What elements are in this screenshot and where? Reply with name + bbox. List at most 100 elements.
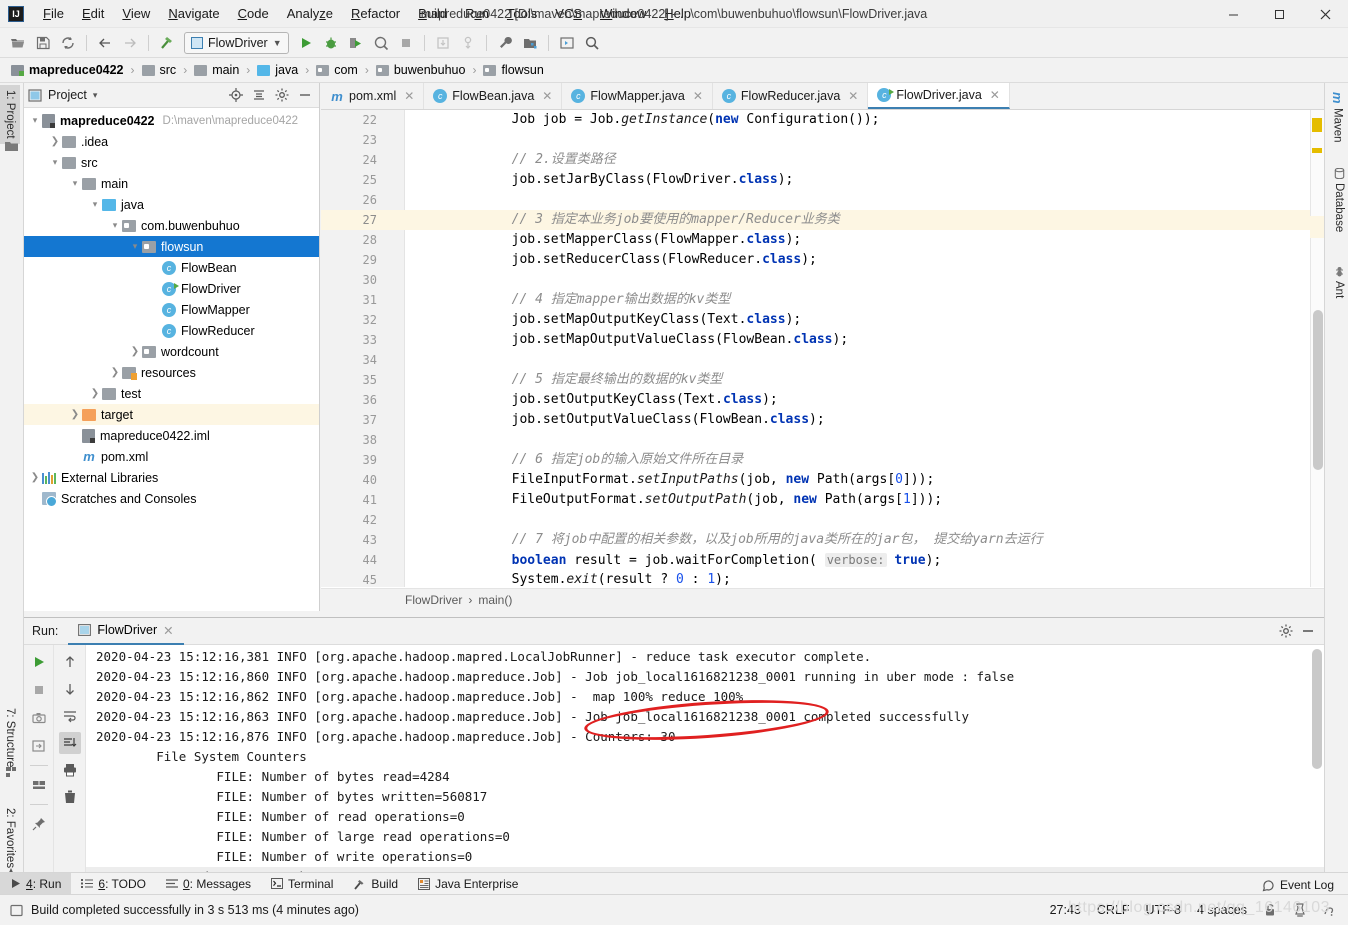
tree-item-mapreduce0422[interactable]: ▾ mapreduce0422 D:\maven\mapreduce0422 [24, 110, 319, 131]
menu-tools[interactable]: Tools [498, 3, 546, 24]
sidebar-item-maven[interactable]: m Maven [1327, 87, 1348, 147]
tree-item-flowsun[interactable]: ▾ flowsun [24, 236, 319, 257]
collapse-all-icon[interactable] [249, 85, 269, 105]
code-line[interactable]: 29 job.setReducerClass(FlowReducer.class… [321, 250, 1324, 270]
chevron-down-icon[interactable]: ▾ [108, 220, 122, 231]
run-tab-flowdriver[interactable]: FlowDriver ✕ [68, 618, 184, 645]
inspection-icon[interactable] [1293, 903, 1307, 917]
chevron-down-icon[interactable]: ▾ [48, 157, 62, 168]
code-line[interactable]: 45 System.exit(result ? 0 : 1); [321, 570, 1324, 587]
chevron-right-icon[interactable]: ❯ [68, 409, 82, 420]
run-configuration-selector[interactable]: FlowDriver ▼ [184, 31, 289, 54]
code-line[interactable]: 33 job.setMapOutputValueClass(FlowBean.c… [321, 330, 1324, 350]
breadcrumb-item-flowsun[interactable]: flowsun [480, 62, 546, 78]
chevron-down-icon[interactable]: ▾ [128, 241, 142, 252]
maximize-button[interactable] [1256, 0, 1302, 28]
code-line[interactable]: 22 Job job = Job.getInstance(new Configu… [321, 110, 1324, 130]
stop-icon[interactable] [28, 679, 50, 701]
code-line[interactable]: 38 [321, 430, 1324, 450]
menu-navigate[interactable]: Navigate [159, 3, 228, 24]
dump-threads-icon[interactable] [28, 707, 50, 729]
code-line[interactable]: 37 job.setOutputValueClass(FlowBean.clas… [321, 410, 1324, 430]
search-everywhere-icon[interactable] [580, 31, 604, 55]
tree-item-pom-xml[interactable]: m pom.xml [24, 446, 319, 467]
bottom-tab-0-messages[interactable]: 0: Messages [156, 873, 261, 895]
close-icon[interactable]: ✕ [848, 89, 858, 103]
chevron-down-icon[interactable]: ▾ [93, 90, 98, 101]
hide-panel-icon[interactable] [295, 85, 315, 105]
code-line[interactable]: 28 job.setMapperClass(FlowMapper.class); [321, 230, 1324, 250]
clear-all-icon[interactable] [59, 786, 81, 808]
tree-item-mapreduce0422-iml[interactable]: mapreduce0422.iml [24, 425, 319, 446]
profile-icon[interactable] [369, 31, 393, 55]
code-line[interactable]: 27 // 3 指定本业务job要使用的mapper/Reducer业务类 [321, 210, 1324, 230]
sidebar-item-project[interactable]: 1: Project [0, 85, 20, 144]
hector-icon[interactable] [1323, 903, 1338, 917]
tree-item-target[interactable]: ❯ target [24, 404, 319, 425]
code-line[interactable]: 32 job.setMapOutputKeyClass(Text.class); [321, 310, 1324, 330]
close-icon[interactable]: ✕ [990, 88, 1000, 102]
close-icon[interactable]: ✕ [163, 623, 173, 638]
sidebar-item-structure[interactable]: 7: Structure [0, 703, 20, 772]
menu-bar[interactable]: File Edit View Navigate Code Analyze Ref… [34, 0, 700, 28]
back-icon[interactable] [93, 31, 117, 55]
tree-item-flowmapper[interactable]: c FlowMapper [24, 299, 319, 320]
tree-item-resources[interactable]: ❯ resources [24, 362, 319, 383]
menu-vcs[interactable]: VCS [546, 3, 591, 24]
editor-scrollbar[interactable] [1313, 310, 1323, 470]
bottom-tab-terminal[interactable]: Terminal [261, 873, 343, 895]
console-output[interactable]: 2020-04-23 15:12:16,381 INFO [org.apache… [86, 645, 1324, 885]
chevron-down-icon[interactable]: ▾ [88, 199, 102, 210]
code-line[interactable]: 24 // 2.设置类路径 [321, 150, 1324, 170]
warning-marker[interactable] [1312, 148, 1322, 153]
run-anything-icon[interactable] [555, 31, 579, 55]
code-line[interactable]: 39 // 6 指定job的输入原始文件所在目录 [321, 450, 1324, 470]
bottom-tab-java-enterprise[interactable]: Java Enterprise [408, 873, 528, 895]
menu-edit[interactable]: Edit [73, 3, 113, 24]
open-project-icon[interactable] [6, 31, 30, 55]
menu-view[interactable]: View [113, 3, 159, 24]
code-line[interactable]: 25 job.setJarByClass(FlowDriver.class); [321, 170, 1324, 190]
sidebar-item-ant[interactable]: Ant [1330, 261, 1348, 303]
tree-item-scratches-and-consoles[interactable]: Scratches and Consoles [24, 488, 319, 509]
editor-tab-flowbean-java[interactable]: c FlowBean.java ✕ [424, 83, 563, 109]
editor-tab-flowdriver-java[interactable]: c FlowDriver.java ✕ [868, 83, 1010, 109]
tree-item-wordcount[interactable]: ❯ wordcount [24, 341, 319, 362]
chevron-right-icon[interactable]: ❯ [108, 367, 122, 378]
scroll-to-end-icon[interactable] [58, 732, 81, 754]
project-structure-icon[interactable] [518, 31, 542, 55]
breadcrumb-item-buwenbuhuo[interactable]: buwenbuhuo [373, 62, 469, 78]
chevron-right-icon[interactable]: ❯ [28, 472, 42, 483]
close-icon[interactable]: ✕ [404, 89, 414, 103]
code-line[interactable]: 31 // 4 指定mapper输出数据的kv类型 [321, 290, 1324, 310]
locate-icon[interactable] [226, 85, 246, 105]
lock-icon[interactable] [1263, 903, 1277, 917]
run-icon[interactable] [294, 31, 318, 55]
build-hammer-icon[interactable] [155, 31, 179, 55]
file-encoding[interactable]: UTF-8 [1146, 903, 1181, 917]
bottom-tab-4-run[interactable]: 4: Run [0, 872, 72, 895]
code-line[interactable]: 44 boolean result = job.waitForCompletio… [321, 550, 1324, 570]
breadcrumb-class[interactable]: FlowDriver [405, 593, 462, 607]
minimize-button[interactable] [1210, 0, 1256, 28]
tree-item-external-libraries[interactable]: ❯ External Libraries [24, 467, 319, 488]
sync-icon[interactable] [56, 31, 80, 55]
print-icon[interactable] [59, 759, 81, 781]
tree-item-com-buwenbuhuo[interactable]: ▾ com.buwenbuhuo [24, 215, 319, 236]
breadcrumb-item-src[interactable]: src [139, 62, 180, 78]
code-line[interactable]: 26 [321, 190, 1324, 210]
warning-marker[interactable] [1312, 118, 1322, 132]
menu-analyze[interactable]: Analyze [278, 3, 342, 24]
breadcrumb-method[interactable]: main() [478, 593, 512, 607]
code-line[interactable]: 40 FileInputFormat.setInputPaths(job, ne… [321, 470, 1324, 490]
code-line[interactable]: 35 // 5 指定最终输出的数据的kv类型 [321, 370, 1324, 390]
event-log-button[interactable]: Event Log [1262, 878, 1334, 892]
stop-icon[interactable] [394, 31, 418, 55]
close-button[interactable] [1302, 0, 1348, 28]
code-editor[interactable]: 22 Job job = Job.getInstance(new Configu… [321, 110, 1324, 587]
breadcrumb-item-main[interactable]: main [191, 62, 242, 78]
run-with-coverage-icon[interactable] [344, 31, 368, 55]
chevron-down-icon[interactable]: ▾ [28, 115, 42, 126]
chevron-right-icon[interactable]: ❯ [48, 136, 62, 147]
restore-layout-icon[interactable] [28, 735, 50, 757]
